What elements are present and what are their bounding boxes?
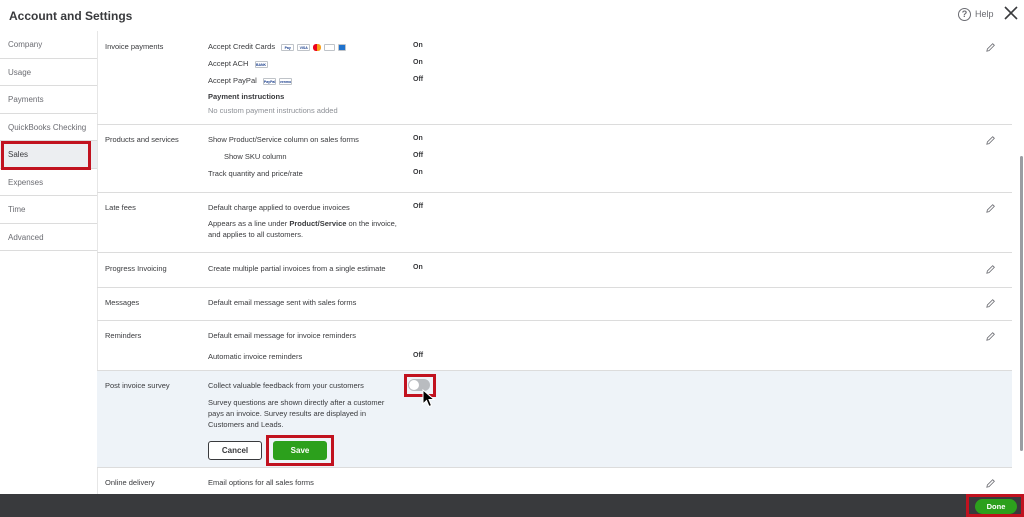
accept-paypal-setting: Accept PayPal PayPal venmo xyxy=(208,76,292,85)
late-fee-description: Appears as a line under Product/Service … xyxy=(208,219,397,239)
accept-paypal-value: Off xyxy=(413,76,424,83)
accept-credit-cards-setting: Accept Credit Cards Pay VISA xyxy=(208,42,347,51)
survey-setting: Collect valuable feedback from your cust… xyxy=(208,381,364,390)
header: Account and Settings ? Help xyxy=(0,0,1024,32)
discover-logo xyxy=(324,43,336,51)
sidebar-item-time[interactable]: Time xyxy=(0,196,97,224)
done-button[interactable]: Done xyxy=(975,499,1017,514)
edit-pencil-icon[interactable] xyxy=(985,135,996,146)
settings-window: Account and Settings ? Help Company Usag… xyxy=(0,0,1024,517)
section-title: Invoice payments xyxy=(105,42,164,51)
bank-logo: BANK xyxy=(254,60,268,68)
cancel-button[interactable]: Cancel xyxy=(208,441,262,460)
section-messages: Messages Default email message sent with… xyxy=(97,288,1012,321)
mouse-cursor-icon xyxy=(422,389,436,408)
section-title: Late fees xyxy=(105,203,136,212)
footer-bar: Done xyxy=(0,494,1024,517)
product-column-setting: Show Product/Service column on sales for… xyxy=(208,135,359,144)
help-button[interactable]: ? Help xyxy=(958,6,994,22)
visa-logo: VISA xyxy=(297,43,311,51)
survey-description: Survey questions are shown directly afte… xyxy=(208,398,385,429)
section-title: Reminders xyxy=(105,331,142,340)
edit-pencil-icon[interactable] xyxy=(985,203,996,214)
section-reminders: Reminders Default email message for invo… xyxy=(97,321,1012,371)
section-title: Progress Invoicing xyxy=(105,264,167,273)
progress-invoicing-setting: Create multiple partial invoices from a … xyxy=(208,264,386,273)
card-logos: Pay VISA xyxy=(281,43,347,51)
sidebar-item-sales[interactable]: Sales xyxy=(0,141,97,169)
section-online-delivery: Online delivery Email options for all sa… xyxy=(97,468,1012,494)
track-quantity-value: On xyxy=(413,169,423,176)
sidebar-item-usage[interactable]: Usage xyxy=(0,59,97,86)
payment-instructions-value: No custom payment instructions added xyxy=(208,106,338,115)
accept-ach-value: On xyxy=(413,59,423,66)
reminders-setting: Default email message for invoice remind… xyxy=(208,331,356,340)
amex-logo xyxy=(338,43,347,51)
section-title: Post invoice survey xyxy=(105,381,170,390)
help-icon: ? xyxy=(958,7,971,21)
section-title: Online delivery xyxy=(105,478,155,487)
track-quantity-setting: Track quantity and price/rate xyxy=(208,169,303,178)
section-title: Products and services xyxy=(105,135,179,144)
sales-settings-panel: Invoice payments Accept Credit Cards Pay… xyxy=(97,31,1012,494)
scrollbar-thumb[interactable] xyxy=(1020,156,1023,451)
section-products-services: Products and services Show Product/Servi… xyxy=(97,125,1012,193)
accept-ach-setting: Accept ACH BANK xyxy=(208,59,268,68)
edit-pencil-icon[interactable] xyxy=(985,42,996,53)
messages-setting: Default email message sent with sales fo… xyxy=(208,298,357,307)
payment-instructions-label: Payment instructions xyxy=(208,92,285,101)
apple-pay-logo: Pay xyxy=(281,43,295,51)
automatic-reminders-setting: Automatic invoice reminders xyxy=(208,352,303,361)
close-icon[interactable] xyxy=(1003,5,1019,21)
paypal-logo: PayPal xyxy=(262,77,276,85)
page-title: Account and Settings xyxy=(9,9,133,23)
product-column-value: On xyxy=(413,135,423,142)
edit-pencil-icon[interactable] xyxy=(985,331,996,342)
mastercard-logo xyxy=(313,43,322,51)
sku-column-value: Off xyxy=(413,152,424,159)
sidebar-item-payments[interactable]: Payments xyxy=(0,86,97,114)
sidebar-item-expenses[interactable]: Expenses xyxy=(0,169,97,196)
automatic-reminders-value: Off xyxy=(413,352,424,359)
edit-pencil-icon[interactable] xyxy=(985,264,996,275)
late-fee-charge-value: Off xyxy=(413,203,424,210)
edit-pencil-icon[interactable] xyxy=(985,478,996,489)
section-post-invoice-survey: Post invoice survey Collect valuable fee… xyxy=(97,371,1012,468)
venmo-logo: venmo xyxy=(278,77,292,85)
help-label: Help xyxy=(975,9,994,19)
section-invoice-payments: Invoice payments Accept Credit Cards Pay… xyxy=(97,31,1012,125)
edit-pencil-icon[interactable] xyxy=(985,298,996,309)
section-progress-invoicing: Progress Invoicing Create multiple parti… xyxy=(97,253,1012,288)
section-title: Messages xyxy=(105,298,140,307)
late-fee-charge-setting: Default charge applied to overdue invoic… xyxy=(208,203,350,212)
sidebar-item-company[interactable]: Company xyxy=(0,31,97,59)
sidebar-item-advanced[interactable]: Advanced xyxy=(0,224,97,251)
sku-column-setting: Show SKU column xyxy=(224,152,287,161)
section-late-fees: Late fees Default charge applied to over… xyxy=(97,193,1012,253)
sidebar-item-quickbooks-checking[interactable]: QuickBooks Checking xyxy=(0,114,97,141)
accept-credit-cards-value: On xyxy=(413,42,423,49)
progress-invoicing-value: On xyxy=(413,264,423,271)
online-delivery-setting: Email options for all sales forms xyxy=(208,478,314,487)
scrollbar[interactable] xyxy=(1012,31,1024,494)
sidebar: Company Usage Payments QuickBooks Checki… xyxy=(0,31,97,251)
save-highlight-box xyxy=(266,435,334,466)
